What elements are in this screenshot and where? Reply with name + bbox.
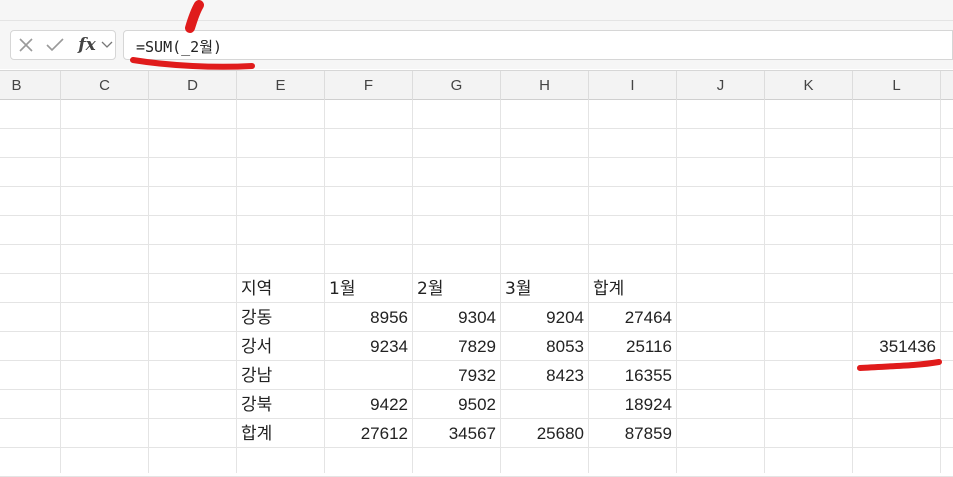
table-cell[interactable]: 8956 [325, 303, 408, 331]
table-header-cell[interactable]: 3월 [505, 274, 587, 302]
table-cell[interactable]: 27612 [325, 419, 408, 447]
insert-function-button[interactable]: fx [75, 31, 99, 59]
table-cell[interactable]: 9502 [413, 390, 496, 418]
gridline [0, 186, 953, 187]
function-dropdown[interactable] [99, 31, 115, 59]
column-header-h[interactable]: H [501, 71, 589, 100]
table-cell[interactable] [325, 361, 408, 389]
table-cell[interactable]: 25680 [501, 419, 584, 447]
column-header-l[interactable]: L [853, 71, 941, 100]
table-cell[interactable]: 27464 [589, 303, 672, 331]
gridline [0, 244, 953, 245]
result-cell[interactable]: 351436 [853, 332, 936, 360]
ribbon-edge [0, 0, 953, 21]
enter-button[interactable] [43, 31, 67, 59]
column-header-f[interactable]: F [325, 71, 413, 100]
formula-bar: fx =SUM(_2월) [0, 21, 953, 69]
table-cell[interactable]: 9204 [501, 303, 584, 331]
column-header-i[interactable]: I [589, 71, 677, 100]
table-cell[interactable] [501, 390, 584, 418]
gridline [0, 128, 953, 129]
gridline [0, 215, 953, 216]
column-header-e[interactable]: E [237, 71, 325, 100]
table-header-cell[interactable]: 지역 [241, 274, 323, 302]
close-icon [19, 38, 33, 52]
table-header-cell[interactable]: 합계 [593, 274, 675, 302]
column-header-j[interactable]: J [677, 71, 765, 100]
formula-input[interactable]: =SUM(_2월) [123, 30, 953, 60]
function-label: fx [78, 35, 96, 55]
row-label-cell[interactable]: 강북 [241, 390, 323, 418]
table-cell[interactable]: 7932 [413, 361, 496, 389]
checkmark-icon [46, 38, 64, 52]
table-cell[interactable]: 8053 [501, 332, 584, 360]
row-label-cell[interactable]: 강남 [241, 361, 323, 389]
table-cell[interactable]: 8423 [501, 361, 584, 389]
column-header-d[interactable]: D [149, 71, 237, 100]
table-header-cell[interactable]: 1월 [329, 274, 411, 302]
row-label-cell[interactable]: 강서 [241, 332, 323, 360]
table-cell[interactable]: 25116 [589, 332, 672, 360]
formula-text: =SUM(_2월) [136, 38, 223, 56]
gridline [0, 447, 953, 448]
table-cell[interactable]: 9304 [413, 303, 496, 331]
column-header-c[interactable]: C [61, 71, 149, 100]
column-header-g[interactable]: G [413, 71, 501, 100]
table-cell[interactable]: 9234 [325, 332, 408, 360]
table-header-cell[interactable]: 2월 [417, 274, 499, 302]
row-label-cell[interactable]: 합계 [241, 419, 323, 447]
table-cell[interactable]: 18924 [589, 390, 672, 418]
table-cell[interactable]: 87859 [589, 419, 672, 447]
formula-tools: fx [10, 30, 116, 60]
row-label-cell[interactable]: 강동 [241, 303, 323, 331]
gridline [0, 157, 953, 158]
column-header-b[interactable]: B [0, 71, 61, 100]
column-header-row: BCDEFGHIJKL [0, 70, 953, 100]
chevron-down-icon [101, 41, 113, 48]
table-cell[interactable]: 16355 [589, 361, 672, 389]
table-cell[interactable]: 9422 [325, 390, 408, 418]
cancel-button[interactable] [15, 31, 37, 59]
column-header-k[interactable]: K [765, 71, 853, 100]
worksheet-grid[interactable]: 지역 1월 2월 3월 합계 강동 8956 9304 9204 27464 강서 9234 7829 8… [0, 100, 953, 477]
table-cell[interactable]: 34567 [413, 419, 496, 447]
table-cell[interactable]: 7829 [413, 332, 496, 360]
